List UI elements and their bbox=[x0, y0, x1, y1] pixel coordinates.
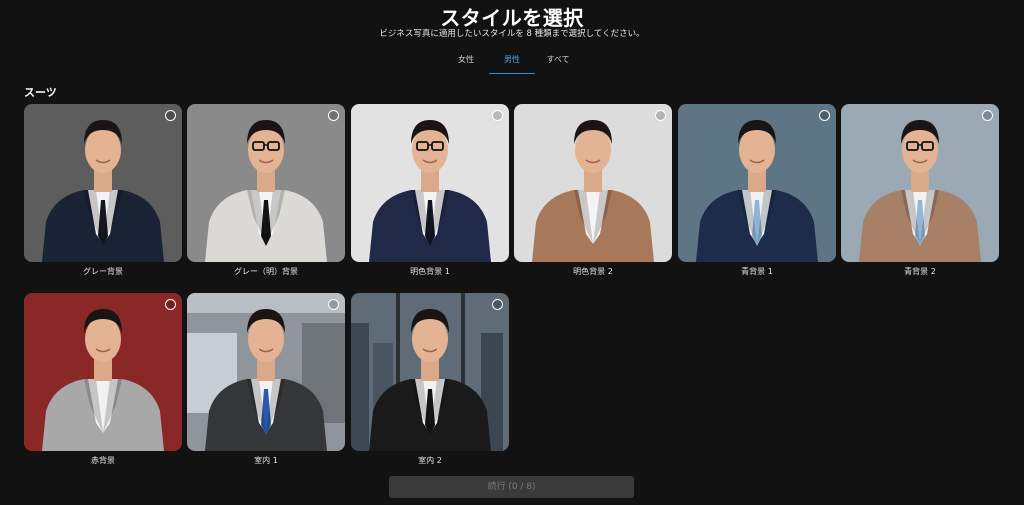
style-card[interactable] bbox=[351, 293, 509, 451]
style-label: 室内 1 bbox=[254, 456, 278, 465]
portrait-image bbox=[532, 120, 654, 262]
style-label: 赤背景 bbox=[91, 456, 115, 465]
select-radio[interactable] bbox=[165, 110, 176, 121]
select-radio[interactable] bbox=[165, 299, 176, 310]
style-card[interactable] bbox=[514, 104, 672, 262]
style-label: 明色背景 1 bbox=[410, 267, 450, 276]
style-label: グレー背景 bbox=[83, 267, 123, 276]
portrait-image bbox=[859, 120, 981, 262]
portrait-image bbox=[351, 293, 503, 451]
style-label: 青背景 2 bbox=[904, 267, 936, 276]
select-radio[interactable] bbox=[328, 299, 339, 310]
portrait-image bbox=[205, 120, 327, 262]
tab-male[interactable]: 男性 bbox=[489, 52, 535, 74]
style-card[interactable] bbox=[187, 293, 345, 451]
style-card[interactable] bbox=[24, 104, 182, 262]
tab-female[interactable]: 女性 bbox=[443, 52, 489, 74]
portrait-image bbox=[42, 120, 164, 262]
select-radio[interactable] bbox=[492, 110, 503, 121]
tab-all[interactable]: すべて bbox=[535, 52, 581, 74]
style-card[interactable] bbox=[841, 104, 999, 262]
style-label: 室内 2 bbox=[418, 456, 442, 465]
style-label: 青背景 1 bbox=[741, 267, 773, 276]
section-title: スーツ bbox=[24, 86, 57, 99]
select-radio[interactable] bbox=[655, 110, 666, 121]
style-label: 明色背景 2 bbox=[573, 267, 613, 276]
portrait-image bbox=[42, 309, 164, 451]
select-radio[interactable] bbox=[982, 110, 993, 121]
select-radio[interactable] bbox=[492, 299, 503, 310]
portrait-image bbox=[187, 293, 345, 451]
style-label: グレー（明）背景 bbox=[234, 267, 298, 276]
continue-button[interactable]: 続行 (0 / 8) bbox=[389, 476, 634, 498]
portrait-image bbox=[369, 120, 491, 262]
style-card[interactable] bbox=[351, 104, 509, 262]
portrait-image bbox=[696, 120, 818, 262]
style-card[interactable] bbox=[678, 104, 836, 262]
style-card[interactable] bbox=[24, 293, 182, 451]
select-radio[interactable] bbox=[328, 110, 339, 121]
gender-tabs: 女性 男性 すべて bbox=[443, 52, 581, 74]
select-radio[interactable] bbox=[819, 110, 830, 121]
style-card[interactable] bbox=[187, 104, 345, 262]
page-subtitle: ビジネス写真に適用したいスタイルを 8 種類まで選択してください。 bbox=[379, 29, 645, 39]
